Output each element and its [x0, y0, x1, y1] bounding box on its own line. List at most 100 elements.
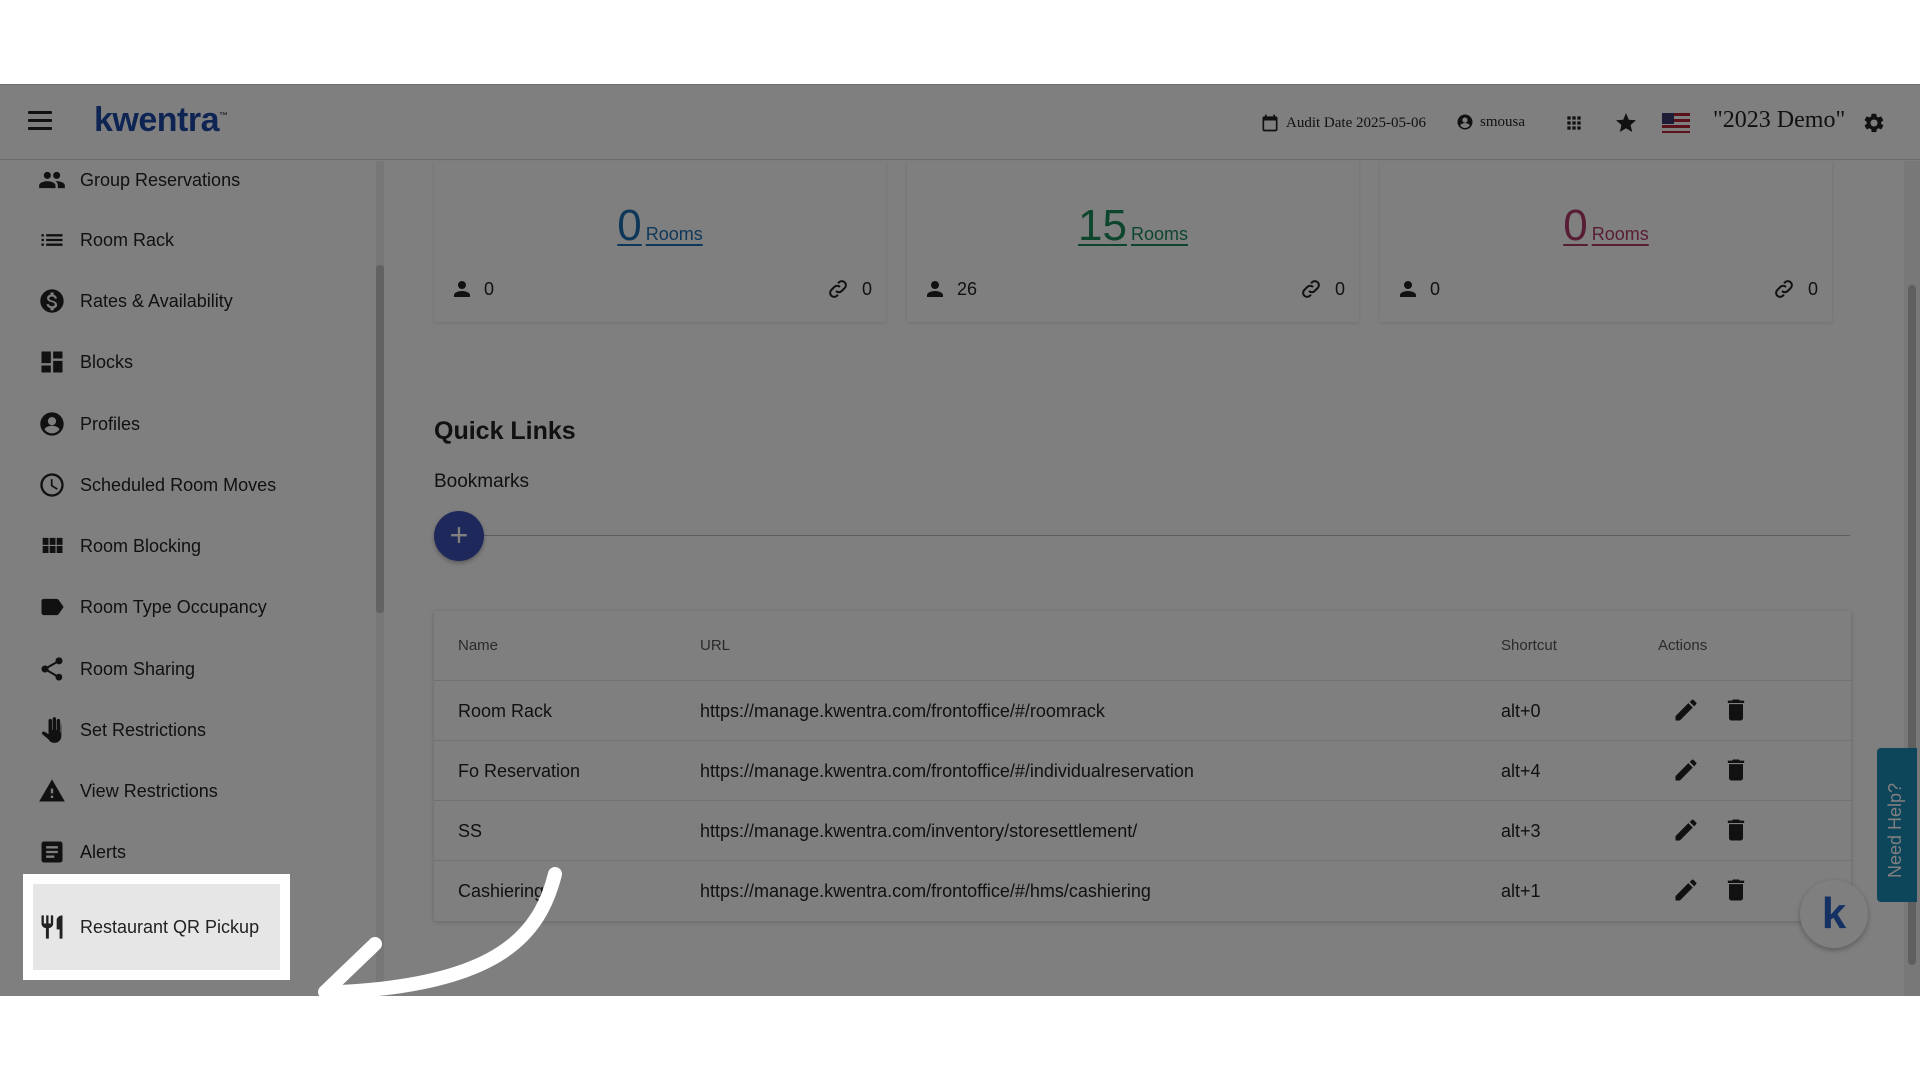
stat-link[interactable]: 0 Rooms: [434, 201, 886, 251]
sidebar-item-restaurant-qr-pickup[interactable]: Restaurant QR Pickup: [0, 884, 290, 970]
edit-icon[interactable]: [1672, 876, 1700, 904]
add-bookmark-button[interactable]: +: [434, 511, 484, 561]
stat-value: 0: [617, 201, 642, 250]
delete-icon[interactable]: [1722, 696, 1750, 724]
kwentra-chat-button[interactable]: k: [1800, 880, 1868, 948]
links-value: 0: [1807, 278, 1818, 299]
bookmark-name: Room Rack: [458, 701, 553, 721]
sidebar-item-group-reservations[interactable]: Group Reservations: [0, 155, 370, 205]
link-icon: [1775, 280, 1793, 298]
stat-link[interactable]: 0 Rooms: [1380, 201, 1832, 251]
sidebar-item-rates[interactable]: Rates & Availability: [0, 276, 370, 326]
sidebar-item-blocks[interactable]: Blocks: [0, 337, 370, 387]
stat-unit: Rooms: [1591, 224, 1649, 244]
sidebar-item-label: Restaurant QR Pickup: [80, 917, 260, 937]
star-icon[interactable]: [1614, 111, 1638, 135]
edit-icon[interactable]: [1672, 756, 1700, 784]
menu-icon[interactable]: [28, 111, 52, 131]
stat-unit: Rooms: [1130, 224, 1188, 244]
note-icon: [41, 841, 63, 863]
sidebar-item-label: Room Sharing: [80, 658, 196, 679]
pointer-arrow: [318, 867, 562, 996]
persons-value: 26: [957, 278, 978, 299]
person-icon: [1400, 281, 1416, 297]
audit-date[interactable]: Audit Date 2025-05-06: [1260, 113, 1426, 133]
link-icon: [829, 280, 847, 298]
sidebar-item-label: Room Rack: [80, 229, 175, 250]
sidebar-item-set-restrictions[interactable]: Set Restrictions: [0, 705, 370, 755]
delete-icon[interactable]: [1722, 816, 1750, 844]
column-header-actions: Actions: [1658, 637, 1708, 654]
us-flag-icon[interactable]: [1662, 113, 1690, 133]
need-help-tab[interactable]: Need Help?: [1877, 748, 1917, 902]
delete-icon[interactable]: [1722, 756, 1750, 784]
group-icon: [39, 171, 65, 189]
top-bar: kwentra™ Audit Date 2025-05-06 smousa "2…: [0, 84, 1920, 160]
app-logo[interactable]: kwentra™: [94, 101, 228, 140]
persons-value: 0: [1430, 278, 1441, 299]
sidebar-item-label: Group Reservations: [80, 169, 241, 190]
account-icon: [40, 412, 64, 436]
sidebar-item-scheduled-room-moves[interactable]: Scheduled Room Moves: [0, 460, 370, 510]
bookmarks-table: Name URL Shortcut Actions Room Rack http…: [434, 611, 1851, 921]
bookmark-shortcut: alt+3: [1501, 821, 1541, 841]
stat-value: 15: [1078, 201, 1127, 250]
edit-icon[interactable]: [1672, 696, 1700, 724]
app-window: kwentra™ Audit Date 2025-05-06 smousa "2…: [0, 84, 1920, 996]
stat-unit: Rooms: [645, 224, 703, 244]
user-menu[interactable]: smousa: [1456, 113, 1525, 131]
sidebar-item-label: Profiles: [80, 413, 141, 434]
edit-icon[interactable]: [1672, 816, 1700, 844]
apps-grid-icon[interactable]: [1564, 113, 1584, 133]
persons-value: 0: [484, 278, 495, 299]
links-count: 0: [1772, 277, 1818, 301]
sidebar-item-room-type-occupancy[interactable]: Room Type Occupancy: [0, 582, 370, 632]
bookmark-url[interactable]: https://manage.kwentra.com/frontoffice/#…: [700, 881, 1151, 902]
main-content: 0 Rooms 0 0 15 Rooms 26 0 0 Rooms 0 0 Qu…: [384, 161, 1904, 996]
fork-knife-icon: [41, 915, 63, 939]
tag-icon: [41, 598, 64, 616]
quick-links-title: Quick Links: [434, 417, 576, 445]
table-row: SS https://manage.kwentra.com/inventory/…: [434, 801, 1851, 861]
sidebar-item-label: Set Restrictions: [80, 719, 207, 740]
share-icon: [41, 657, 63, 681]
sidebar-item-profiles[interactable]: Profiles: [0, 399, 370, 449]
links-count: 0: [1299, 277, 1345, 301]
sidebar-item-room-sharing[interactable]: Room Sharing: [0, 644, 370, 694]
sidebar-item-label: Blocks: [80, 351, 134, 372]
table-row: Cashiering https://manage.kwentra.com/fr…: [434, 861, 1851, 921]
links-count: 0: [826, 277, 872, 301]
bookmark-url[interactable]: https://manage.kwentra.com/frontoffice/#…: [700, 701, 1105, 722]
gear-icon[interactable]: [1862, 111, 1886, 135]
sidebar-item-room-rack[interactable]: Room Rack: [0, 215, 370, 265]
link-icon: [1302, 280, 1320, 298]
sidebar-item-label: Scheduled Room Moves: [80, 474, 277, 495]
hand-icon: [41, 717, 63, 743]
stat-card-arrivals: 0 Rooms 0 0: [434, 161, 886, 322]
bookmark-url[interactable]: https://manage.kwentra.com/frontoffice/#…: [700, 761, 1194, 782]
sidebar-item-room-blocking[interactable]: Room Blocking: [0, 521, 370, 571]
username: smousa: [1480, 113, 1525, 130]
bookmark-name: Fo Reservation: [458, 761, 581, 781]
sidebar-item-label: View Restrictions: [80, 780, 218, 801]
persons-count: 0: [450, 277, 494, 301]
account-circle-icon: [1457, 114, 1473, 130]
sidebar-item-label: Room Blocking: [80, 535, 202, 556]
bookmark-url[interactable]: https://manage.kwentra.com/inventory/sto…: [700, 821, 1137, 842]
person-icon: [927, 281, 943, 297]
bookmark-shortcut: alt+1: [1501, 881, 1541, 901]
stat-value: 0: [1563, 201, 1588, 250]
column-header-shortcut[interactable]: Shortcut: [1501, 637, 1557, 654]
delete-icon[interactable]: [1722, 876, 1750, 904]
stat-link[interactable]: 15 Rooms: [907, 201, 1359, 251]
column-header-name[interactable]: Name: [458, 637, 498, 654]
column-header-url[interactable]: URL: [700, 637, 730, 654]
persons-count: 26: [923, 277, 977, 301]
audit-date-label: Audit Date 2025-05-06: [1286, 114, 1426, 131]
person-icon: [454, 281, 470, 297]
sidebar-item-label: Rates & Availability: [80, 290, 233, 311]
list-icon: [41, 234, 63, 246]
bookmarks-label: Bookmarks: [434, 471, 530, 492]
persons-count: 0: [1396, 277, 1440, 301]
grid-icon: [42, 537, 63, 553]
